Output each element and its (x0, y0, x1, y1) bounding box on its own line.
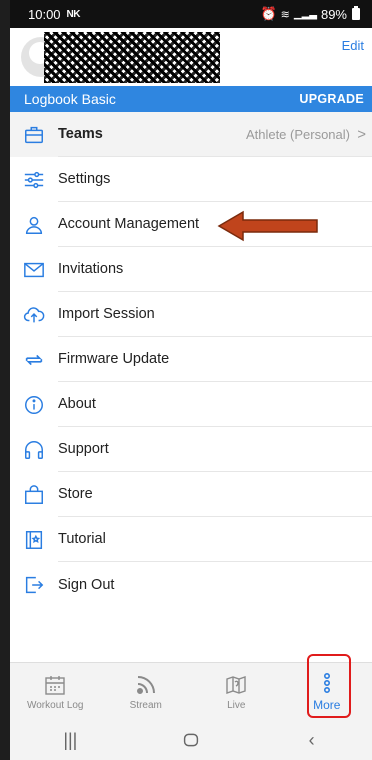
battery-icon (352, 6, 360, 20)
tab-stream[interactable]: Stream (101, 663, 192, 720)
envelope-icon (10, 247, 58, 292)
menu-label-tutorial: Tutorial (58, 517, 372, 562)
rss-icon (136, 675, 155, 694)
annotation-highlight-box (307, 654, 351, 718)
menu-item-settings[interactable]: Settings (10, 157, 372, 202)
home-icon[interactable] (161, 732, 221, 748)
app-screen: 10:00 NK ⏰ ≋ ▁▂▃ 89% Edit Logbook Basic … (10, 0, 372, 760)
plan-name: Logbook Basic (24, 91, 116, 107)
menu-item-teams[interactable]: Teams Athlete (Personal) > (10, 112, 372, 157)
status-time: 10:00 (28, 6, 61, 22)
menu-label-account-management: Account Management (58, 202, 372, 247)
sync-icon (10, 337, 58, 382)
sign-out-icon (10, 562, 58, 607)
alarm-icon: ⏰ (260, 6, 277, 21)
tab-label-workout-log: Workout Log (26, 699, 84, 711)
menu-item-about[interactable]: About (10, 382, 372, 427)
sliders-icon (10, 157, 58, 202)
redacted-username (44, 32, 220, 83)
back-icon[interactable]: ‹ (282, 730, 342, 751)
book-icon (10, 517, 58, 562)
menu-label-sign-out: Sign Out (58, 576, 115, 593)
menu-label-invitations: Invitations (58, 247, 372, 292)
profile-header: Edit (10, 28, 372, 86)
menu-label-firmware-update: Firmware Update (58, 337, 372, 382)
tab-label-stream: Stream (129, 699, 162, 711)
info-icon (10, 382, 58, 427)
menu-item-firmware-update[interactable]: Firmware Update (10, 337, 372, 382)
shopping-bag-icon (10, 472, 58, 517)
wifi-icon: ≋ (280, 8, 290, 21)
android-nav-bar: ||| ‹ (10, 720, 372, 760)
menu-label-settings: Settings (58, 157, 372, 202)
menu-item-invitations[interactable]: Invitations (10, 247, 372, 292)
recent-apps-icon[interactable]: ||| (40, 730, 100, 751)
briefcase-icon (10, 112, 58, 157)
menu-label-import-session: Import Session (58, 292, 372, 337)
annotation-arrow (217, 210, 318, 242)
map-icon (226, 675, 246, 694)
cloud-upload-icon (10, 292, 58, 337)
upgrade-button[interactable]: UPGRADE (299, 92, 364, 106)
tab-live[interactable]: Live (191, 663, 282, 720)
menu-item-store[interactable]: Store (10, 472, 372, 517)
more-menu: Teams Athlete (Personal) > Settings Acco… (10, 112, 372, 607)
tab-workout-log[interactable]: Workout Log (10, 663, 101, 720)
status-bar: 10:00 NK ⏰ ≋ ▁▂▃ 89% (10, 0, 372, 28)
menu-item-tutorial[interactable]: Tutorial (10, 517, 372, 562)
edit-button[interactable]: Edit (342, 38, 364, 53)
menu-item-sign-out[interactable]: Sign Out (10, 562, 372, 607)
menu-item-support[interactable]: Support (10, 427, 372, 472)
headphones-icon (10, 427, 58, 472)
calendar-icon (45, 675, 65, 695)
menu-item-import-session[interactable]: Import Session (10, 292, 372, 337)
battery-percent: 89% (320, 6, 347, 22)
chevron-right-icon: > (357, 126, 366, 143)
person-icon (10, 202, 58, 247)
carrier-icon: NK (66, 8, 81, 20)
teams-value: Athlete (Personal) (245, 127, 350, 142)
signal-icon: ▁▂▃ (293, 8, 317, 20)
plan-banner: Logbook Basic UPGRADE (10, 86, 372, 112)
menu-label-support: Support (58, 427, 372, 472)
tab-label-live: Live (227, 699, 246, 711)
menu-label-store: Store (58, 472, 372, 517)
menu-label-about: About (58, 382, 372, 427)
